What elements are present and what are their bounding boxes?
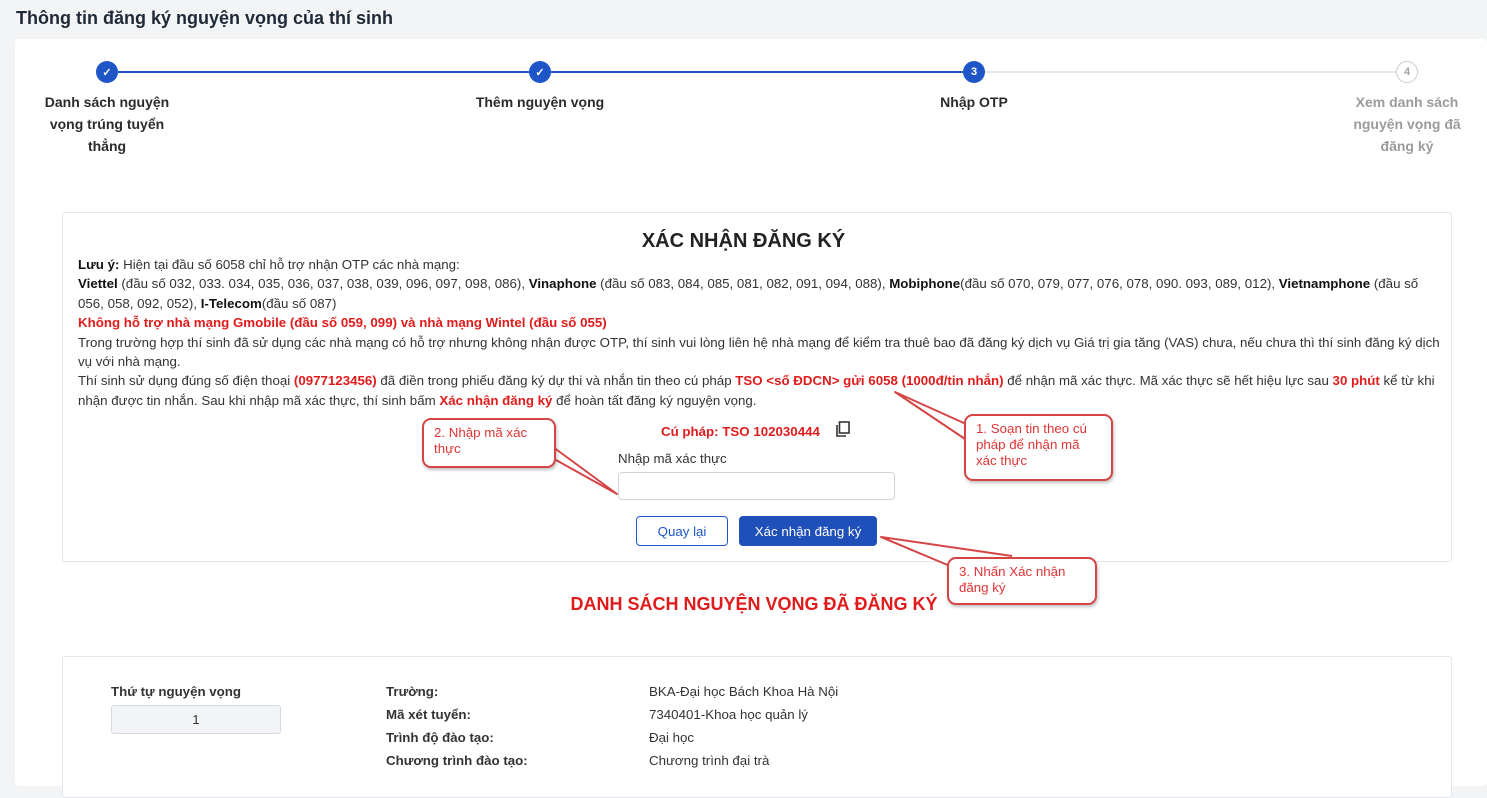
field-value-code: 7340401-Khoa học quản lý — [649, 707, 808, 722]
field-key-program: Chương trình đào tạo: — [386, 753, 528, 768]
order-value: 1 — [111, 705, 281, 734]
field-value-school: BKA-Đại học Bách Khoa Hà Nội — [649, 684, 839, 699]
registered-list-title: DANH SÁCH NGUYỆN VỌNG ĐÃ ĐĂNG KÝ — [570, 594, 938, 614]
field-value-level: Đại học — [649, 730, 695, 745]
field-key-code: Mã xét tuyển: — [386, 707, 471, 722]
order-label: Thứ tự nguyện vọng — [111, 684, 242, 699]
field-key-level: Trình độ đào tạo: — [386, 730, 494, 745]
callout-step-1: 1. Soạn tin theo cú pháp để nhận mã xác … — [964, 414, 1113, 481]
field-key-school: Trường: — [386, 684, 439, 699]
field-value-program: Chương trình đại trà — [649, 753, 770, 768]
callout-step-2: 2. Nhập mã xác thực — [422, 418, 556, 468]
